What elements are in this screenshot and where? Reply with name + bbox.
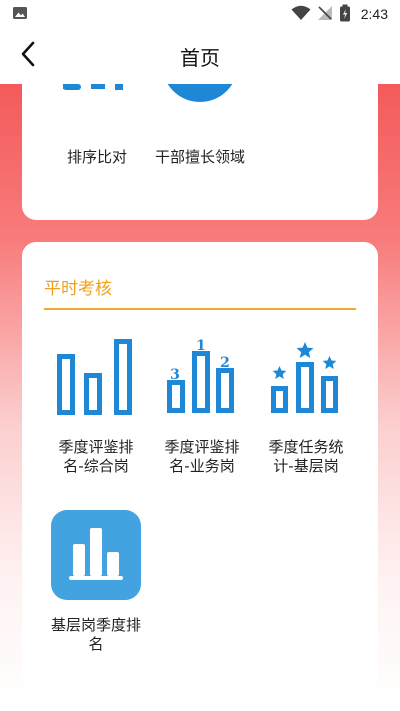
item-label: 季度任务统 (268, 438, 344, 456)
page-title: 首页 (180, 45, 220, 70)
star-badge-icon (160, 84, 240, 116)
item-label: 季度评鉴排 (58, 438, 134, 456)
item-label: 名-综合岗 (63, 457, 129, 475)
ranking-compare-item[interactable]: 排序比对 (54, 84, 140, 167)
status-bar: 2:43 (0, 0, 400, 28)
image-icon (12, 5, 28, 24)
grassroots-quarterly-ranking-item[interactable]: 基层岗季度排 名 (40, 510, 152, 654)
item-label: 排序比对 (66, 148, 127, 166)
section-divider (44, 308, 356, 310)
item-label: 干部擅长领域 (154, 148, 245, 166)
expertise-area-item[interactable]: 干部擅长领域 (150, 84, 250, 167)
podium-number: 2 (220, 355, 230, 371)
signal-off-icon (317, 5, 333, 24)
star-bars-icon (265, 338, 347, 422)
item-label: 基层岗季度排 (50, 616, 141, 634)
quarterly-task-stats-item[interactable]: 季度任务统 计-基层岗 (254, 338, 358, 476)
podium-icon: 1 2 3 (161, 338, 243, 422)
content-area[interactable]: 排序比对 干部擅长领域 平时考核 季度评鉴排 名-综合岗 1 2 3 季度评鉴排… (0, 84, 400, 711)
quick-actions-card: 排序比对 干部擅长领域 (22, 84, 378, 220)
chevron-left-icon (19, 41, 37, 71)
bar-chart-icon (55, 338, 137, 422)
podium-number: 1 (196, 338, 206, 354)
app-bar: 首页 (0, 28, 400, 84)
item-label: 名-业务岗 (169, 457, 235, 475)
wifi-icon (291, 5, 311, 24)
item-label: 计-基层岗 (273, 457, 339, 475)
ranking-compare-icon (57, 84, 137, 116)
battery-charging-icon (339, 4, 351, 25)
status-time: 2:43 (360, 6, 388, 22)
routine-assessment-card: 平时考核 季度评鉴排 名-综合岗 1 2 3 季度评鉴排 名-业务岗 季度任务统… (22, 242, 378, 688)
bar-tile-icon (51, 510, 141, 604)
section-title: 平时考核 (44, 279, 112, 299)
item-label: 季度评鉴排 (164, 438, 240, 456)
item-label: 名 (88, 635, 104, 653)
podium-number: 3 (170, 367, 180, 383)
quarterly-ranking-business-item[interactable]: 1 2 3 季度评鉴排 名-业务岗 (150, 338, 254, 476)
back-button[interactable] (12, 40, 44, 72)
quarterly-ranking-general-item[interactable]: 季度评鉴排 名-综合岗 (44, 338, 148, 476)
